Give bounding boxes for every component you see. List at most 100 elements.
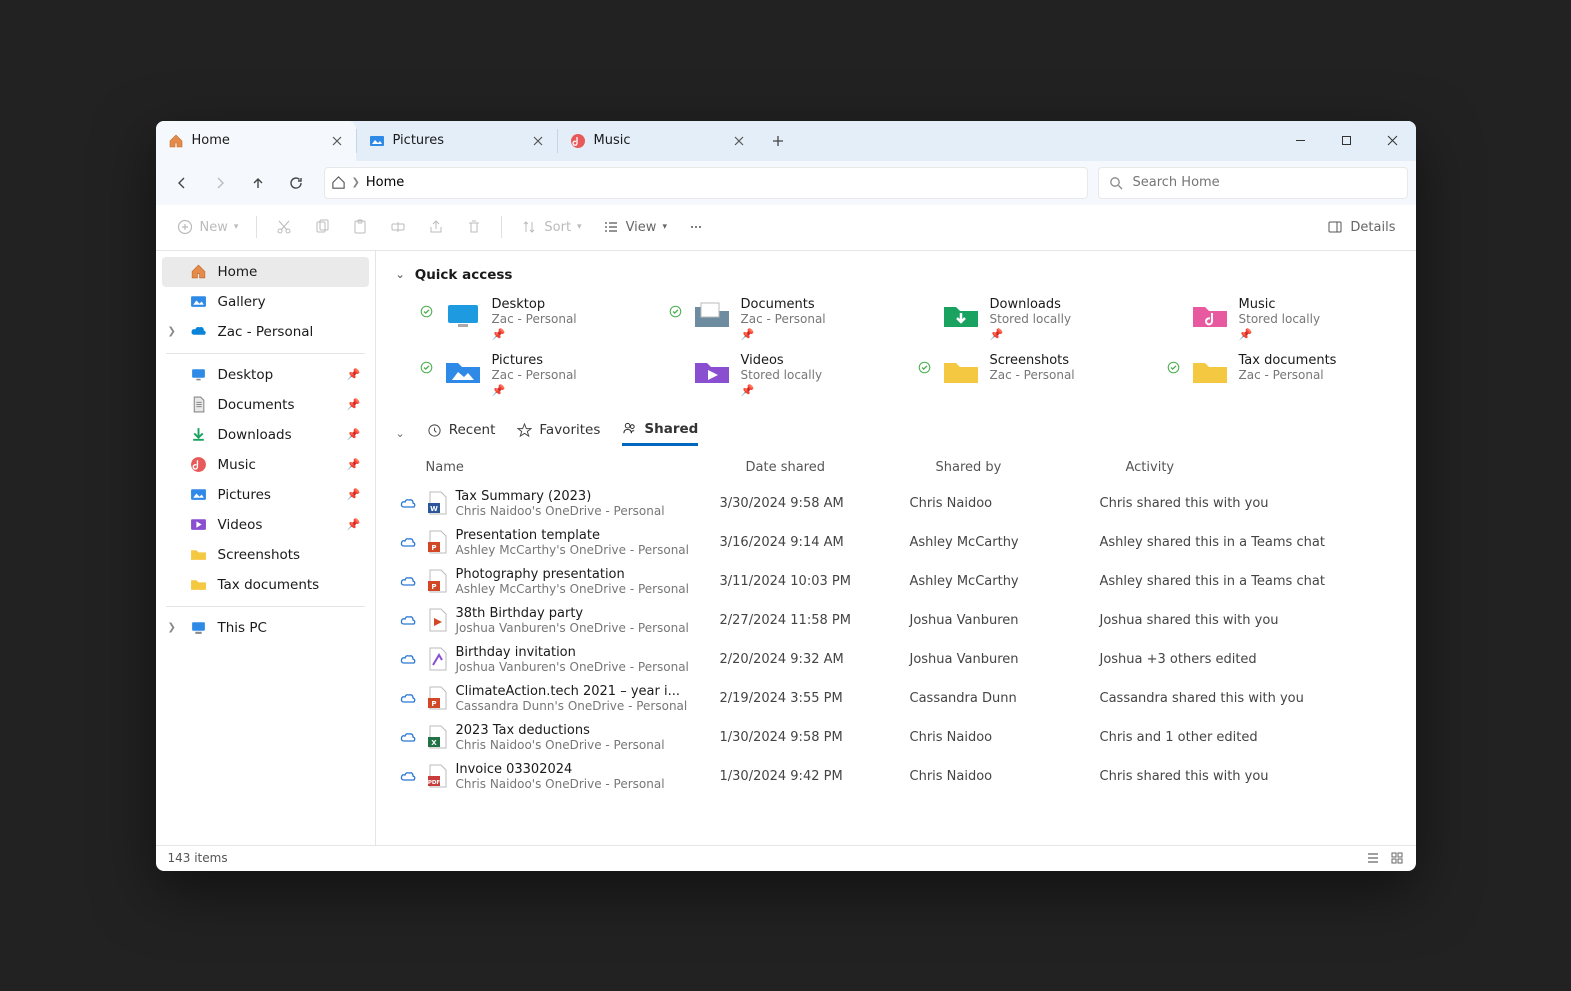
file-row[interactable]: 38th Birthday party Joshua Vanburen's On…	[396, 601, 1396, 640]
close-window-button[interactable]	[1370, 121, 1416, 161]
sidebar-item-pictures[interactable]: Pictures 📌	[162, 480, 369, 510]
paste-icon	[351, 218, 369, 236]
cut-button[interactable]	[267, 214, 301, 240]
back-button[interactable]	[164, 165, 200, 201]
chevron-right-icon[interactable]: ❯	[168, 622, 176, 633]
up-button[interactable]	[240, 165, 276, 201]
refresh-button[interactable]	[278, 165, 314, 201]
sidebar-item-gallery[interactable]: Gallery	[162, 287, 369, 317]
quick-access-header[interactable]: ⌄ Quick access	[396, 267, 1396, 283]
rename-button[interactable]	[381, 214, 415, 240]
search-box[interactable]	[1098, 167, 1408, 199]
file-activity: Joshua shared this with you	[1100, 613, 1396, 628]
file-name: 38th Birthday party	[456, 606, 720, 621]
file-row[interactable]: X 2023 Tax deductions Chris Naidoo's One…	[396, 718, 1396, 757]
close-icon[interactable]	[529, 132, 547, 150]
pin-icon: 📌	[990, 328, 1072, 341]
tab-favorites[interactable]: Favorites	[517, 422, 600, 444]
file-location: Chris Naidoo's OneDrive - Personal	[456, 738, 720, 752]
close-icon[interactable]	[328, 132, 346, 150]
tab-recent[interactable]: Recent	[427, 422, 496, 444]
file-row[interactable]: W Tax Summary (2023) Chris Naidoo's OneD…	[396, 484, 1396, 523]
chevron-down-icon[interactable]: ⌄	[396, 427, 405, 440]
chevron-down-icon[interactable]: ⌄	[396, 268, 405, 281]
home-icon	[190, 263, 208, 281]
grid-view-icon[interactable]	[1390, 851, 1404, 865]
file-row[interactable]: P ClimateAction.tech 2021 – year i... Ca…	[396, 679, 1396, 718]
file-row[interactable]: P Presentation template Ashley McCarthy'…	[396, 523, 1396, 562]
sidebar-item-screenshots[interactable]: Screenshots	[162, 540, 369, 570]
forward-button[interactable]	[202, 165, 238, 201]
navigation-pane: Home Gallery ❯ Zac - Personal Desktop 📌 …	[156, 251, 376, 845]
qa-item[interactable]: Documents Zac - Personal 📌	[669, 297, 898, 341]
file-shared-by: Ashley McCarthy	[910, 574, 1100, 589]
sort-icon	[520, 218, 538, 236]
qa-title: Tax documents	[1239, 353, 1337, 368]
pin-icon[interactable]: 📌	[347, 368, 361, 381]
file-location: Chris Naidoo's OneDrive - Personal	[456, 504, 720, 518]
pin-icon[interactable]: 📌	[347, 458, 361, 471]
file-row[interactable]: P Photography presentation Ashley McCart…	[396, 562, 1396, 601]
sidebar-item-this-pc[interactable]: ❯ This PC	[162, 613, 369, 643]
view-button[interactable]: View ▾	[594, 214, 675, 240]
sidebar-item-label: Downloads	[218, 427, 292, 443]
file-row[interactable]: Birthday invitation Joshua Vanburen's On…	[396, 640, 1396, 679]
qa-item[interactable]: Tax documents Zac - Personal	[1167, 353, 1396, 397]
more-button[interactable]	[679, 214, 713, 240]
new-tab-button[interactable]	[758, 121, 798, 161]
home-icon	[331, 175, 346, 190]
tab-home[interactable]: Home	[156, 121, 356, 161]
pin-icon[interactable]: 📌	[347, 488, 361, 501]
file-list: W Tax Summary (2023) Chris Naidoo's OneD…	[396, 484, 1396, 796]
column-name[interactable]: Name	[426, 460, 746, 475]
close-icon[interactable]	[730, 132, 748, 150]
qa-item[interactable]: Desktop Zac - Personal 📌	[420, 297, 649, 341]
pin-icon: 📌	[1239, 328, 1321, 341]
new-button[interactable]: New ▾	[168, 214, 247, 240]
sidebar-item-videos[interactable]: Videos 📌	[162, 510, 369, 540]
sidebar-item-downloads[interactable]: Downloads 📌	[162, 420, 369, 450]
sidebar-item-label: Videos	[218, 517, 263, 533]
qa-title: Desktop	[492, 297, 577, 312]
column-by[interactable]: Shared by	[936, 460, 1126, 475]
tab-pictures[interactable]: Pictures	[357, 121, 557, 161]
file-date: 2/20/2024 9:32 AM	[720, 652, 910, 667]
column-date[interactable]: Date shared	[746, 460, 936, 475]
pin-icon[interactable]: 📌	[347, 398, 361, 411]
tab-music[interactable]: Music	[558, 121, 758, 161]
qa-item[interactable]: Pictures Zac - Personal 📌	[420, 353, 649, 397]
sort-button[interactable]: Sort ▾	[512, 214, 589, 240]
column-activity[interactable]: Activity	[1126, 460, 1396, 475]
cloud-icon	[400, 651, 426, 667]
details-label: Details	[1350, 220, 1395, 235]
delete-button[interactable]	[457, 214, 491, 240]
chevron-right-icon[interactable]: ❯	[352, 177, 360, 188]
qa-item[interactable]: Screenshots Zac - Personal	[918, 353, 1147, 397]
pin-icon[interactable]: 📌	[347, 428, 361, 441]
sidebar-item-onedrive[interactable]: ❯ Zac - Personal	[162, 317, 369, 347]
chevron-right-icon[interactable]: ❯	[168, 326, 176, 337]
tab-shared[interactable]: Shared	[622, 421, 698, 446]
sidebar-item-music[interactable]: Music 📌	[162, 450, 369, 480]
maximize-button[interactable]	[1324, 121, 1370, 161]
content-area: ⌄ Quick access Desktop Zac - Personal 📌 …	[376, 251, 1416, 845]
share-button[interactable]	[419, 214, 453, 240]
sidebar-item-home[interactable]: Home	[162, 257, 369, 287]
paste-button[interactable]	[343, 214, 377, 240]
copy-button[interactable]	[305, 214, 339, 240]
sidebar-item-desktop[interactable]: Desktop 📌	[162, 360, 369, 390]
sidebar-item-documents[interactable]: Documents 📌	[162, 390, 369, 420]
search-input[interactable]	[1133, 175, 1397, 190]
file-row[interactable]: PDF Invoice 03302024 Chris Naidoo's OneD…	[396, 757, 1396, 796]
pin-icon[interactable]: 📌	[347, 518, 361, 531]
list-view-icon[interactable]	[1366, 851, 1380, 865]
documents-icon	[190, 396, 208, 414]
file-activity: Cassandra shared this with you	[1100, 691, 1396, 706]
minimize-button[interactable]	[1278, 121, 1324, 161]
qa-item[interactable]: Music Stored locally 📌	[1167, 297, 1396, 341]
details-button[interactable]: Details	[1318, 214, 1403, 240]
sidebar-item-tax-documents[interactable]: Tax documents	[162, 570, 369, 600]
address-bar[interactable]: ❯ Home	[324, 167, 1088, 199]
qa-item[interactable]: Downloads Stored locally 📌	[918, 297, 1147, 341]
qa-item[interactable]: Videos Stored locally 📌	[669, 353, 898, 397]
